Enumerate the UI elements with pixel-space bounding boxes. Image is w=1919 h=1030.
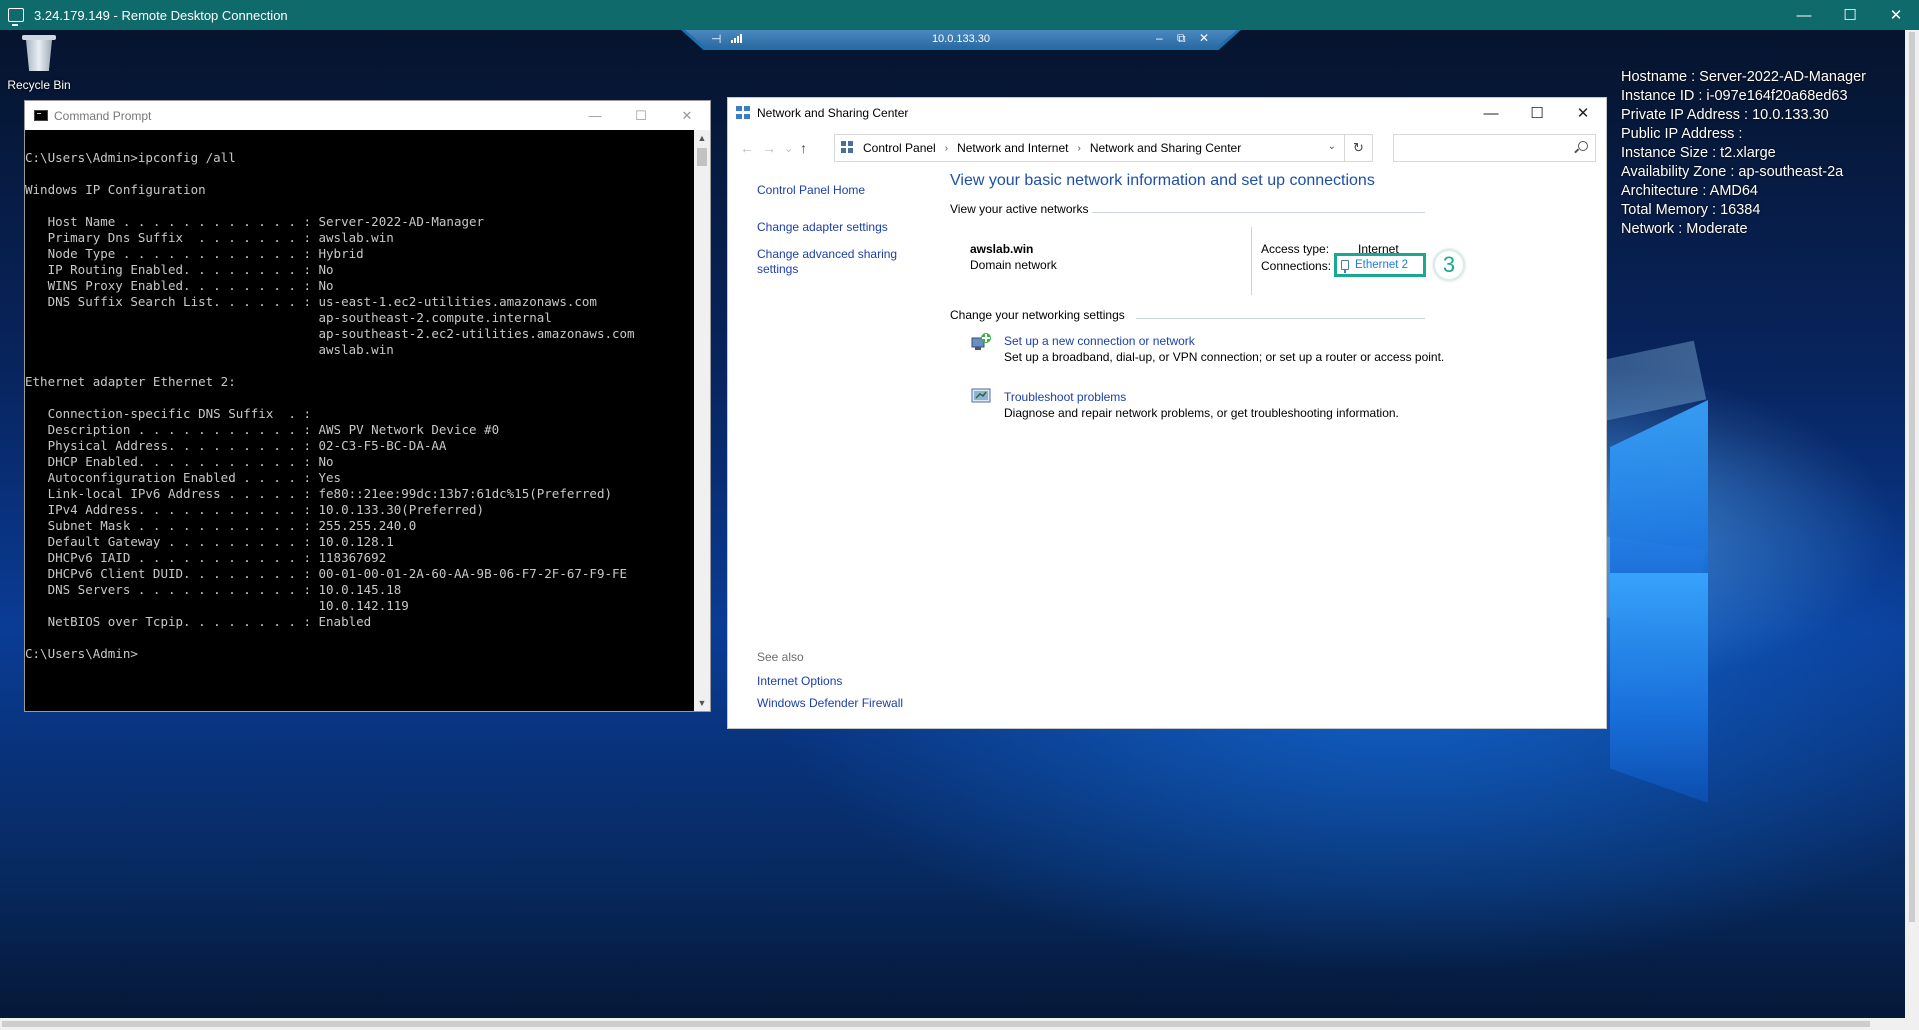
network-column-divider	[1251, 227, 1252, 295]
troubleshoot-problems-link[interactable]: Troubleshoot problems	[1004, 390, 1126, 404]
nav-change-advanced-sharing[interactable]: Change advanced sharing settings	[757, 247, 927, 277]
change-settings-header: Change your networking settings	[950, 308, 1125, 322]
step-number-badge: 3	[1433, 249, 1465, 281]
system-info-overlay: Hostname : Server-2022-AD-Manager Instan…	[1621, 68, 1866, 239]
rdp-horizontal-scrollbar[interactable]	[0, 1018, 1919, 1030]
rdp-vertical-scrollbar[interactable]	[1905, 30, 1919, 1018]
network-type: Domain network	[970, 258, 1057, 272]
nsc-address-row: ← → ⌄ ↑ Control Panel › Network and Inte…	[728, 134, 1606, 164]
breadcrumb-network-internet[interactable]: Network and Internet	[957, 141, 1068, 155]
control-panel-icon	[841, 141, 855, 155]
network-sharing-center-window[interactable]: Network and Sharing Center — ☐ ✕ ← → ⌄ ↑…	[727, 97, 1607, 729]
connection-bar-minimize-button[interactable]: –	[1156, 31, 1163, 45]
page-title: View your basic network information and …	[950, 172, 1375, 189]
troubleshoot-icon	[971, 388, 991, 403]
internet-options-link[interactable]: Internet Options	[757, 674, 903, 688]
network-name: awslab.win	[970, 242, 1034, 256]
cmd-scrollbar-thumb[interactable]	[697, 148, 707, 166]
recent-locations-chevron-icon[interactable]: ⌄	[784, 142, 793, 155]
nav-control-panel-home[interactable]: Control Panel Home	[757, 183, 927, 198]
sysinfo-line: Instance Size : t2.xlarge	[1621, 145, 1776, 161]
breadcrumb-separator-icon[interactable]: ›	[1077, 143, 1080, 154]
cmd-console-output[interactable]: C:\Users\Admin>ipconfig /all Windows IP …	[25, 130, 694, 711]
up-arrow-icon[interactable]: ↑	[800, 140, 807, 156]
breadcrumb-control-panel[interactable]: Control Panel	[863, 141, 936, 155]
recycle-bin-icon	[22, 32, 56, 72]
rdp-window-title: 3.24.179.149 - Remote Desktop Connection	[34, 7, 288, 23]
sysinfo-line: Private IP Address : 10.0.133.30	[1621, 107, 1829, 123]
new-connection-icon	[971, 333, 991, 350]
sysinfo-line: Instance ID : i-097e164f20a68ed63	[1621, 88, 1848, 104]
cmd-title: Command Prompt	[54, 108, 152, 123]
nsc-titlebar[interactable]: Network and Sharing Center — ☐ ✕	[728, 98, 1606, 128]
ethernet-2-link-label: Ethernet 2	[1355, 259, 1409, 271]
rdp-minimize-button[interactable]: —	[1781, 0, 1827, 30]
search-input[interactable]	[1393, 134, 1596, 162]
see-also: See also Internet Options Windows Defend…	[757, 650, 903, 718]
ethernet-plug-icon	[1341, 260, 1349, 273]
cmd-titlebar[interactable]: Command Prompt — ☐ ✕	[25, 101, 710, 130]
nsc-main-content: View your basic network information and …	[950, 172, 1600, 420]
section-divider	[1092, 212, 1425, 213]
address-dropdown-icon[interactable]: ⌄	[1328, 141, 1336, 152]
setup-new-connection-link[interactable]: Set up a new connection or network	[1004, 334, 1195, 348]
cmd-icon	[34, 110, 48, 121]
breadcrumb-network-sharing-center[interactable]: Network and Sharing Center	[1090, 141, 1241, 155]
breadcrumb-separator-icon[interactable]: ›	[945, 143, 948, 154]
section-divider	[1136, 318, 1425, 319]
nsc-left-nav: Control Panel Home Change adapter settin…	[757, 183, 927, 289]
forward-arrow-icon[interactable]: →	[762, 140, 776, 156]
cmd-close-button[interactable]: ✕	[664, 101, 710, 130]
access-type-label: Access type:	[1261, 242, 1330, 256]
remote-desktop-icon	[8, 8, 24, 26]
nsc-title: Network and Sharing Center	[757, 106, 909, 120]
connections-label: Connections:	[1261, 259, 1332, 273]
command-prompt-window[interactable]: Command Prompt — ☐ ✕ C:\Users\Admin>ipco…	[24, 100, 711, 712]
cmd-maximize-button[interactable]: ☐	[618, 101, 664, 130]
rdp-window-controls: — ☐ ✕	[1781, 0, 1919, 30]
sysinfo-line: Total Memory : 16384	[1621, 202, 1761, 218]
sysinfo-line: Network : Moderate	[1621, 221, 1748, 237]
address-bar[interactable]: Control Panel › Network and Internet › N…	[834, 134, 1345, 162]
cmd-scrollbar[interactable]: ▲ ▼	[694, 130, 710, 711]
nsc-close-button[interactable]: ✕	[1560, 98, 1606, 128]
rdp-connection-bar: ⊣ 10.0.133.30 – ⧉ ✕	[681, 30, 1241, 50]
sysinfo-line: Architecture : AMD64	[1621, 183, 1758, 199]
rdp-vertical-scrollbar-thumb[interactable]	[1909, 32, 1915, 922]
nsc-maximize-button[interactable]: ☐	[1514, 98, 1560, 128]
setup-new-connection-desc: Set up a broadband, dial-up, or VPN conn…	[1004, 350, 1445, 364]
ethernet-2-link[interactable]: Ethernet 2	[1334, 253, 1426, 277]
search-icon[interactable]	[1578, 141, 1588, 151]
scroll-down-arrow-icon[interactable]: ▼	[694, 695, 710, 711]
nav-change-adapter-settings[interactable]: Change adapter settings	[757, 220, 927, 235]
rdp-horizontal-scrollbar-thumb[interactable]	[2, 1021, 1870, 1027]
rdp-titlebar: 3.24.179.149 - Remote Desktop Connection…	[0, 0, 1919, 30]
sysinfo-line: Public IP Address :	[1621, 126, 1743, 142]
recycle-bin[interactable]: Recycle Bin	[6, 32, 72, 92]
recycle-bin-label: Recycle Bin	[7, 78, 71, 92]
refresh-button[interactable]: ↻	[1345, 134, 1373, 162]
back-arrow-icon[interactable]: ←	[740, 140, 754, 156]
remote-desktop: Recycle Bin ⊣ 10.0.133.30 – ⧉ ✕ Hostname…	[0, 30, 1919, 1030]
wallpaper-logo-pane	[1610, 573, 1708, 803]
see-also-header: See also	[757, 650, 804, 664]
sysinfo-line: Hostname : Server-2022-AD-Manager	[1621, 69, 1866, 85]
windows-firewall-link[interactable]: Windows Defender Firewall	[757, 696, 903, 710]
troubleshoot-problems-desc: Diagnose and repair network problems, or…	[1004, 406, 1399, 420]
network-center-icon	[736, 106, 750, 120]
sysinfo-line: Availability Zone : ap-southeast-2a	[1621, 164, 1844, 180]
rdp-maximize-button[interactable]: ☐	[1827, 0, 1873, 30]
rdp-close-button[interactable]: ✕	[1873, 0, 1919, 30]
nsc-minimize-button[interactable]: —	[1468, 98, 1514, 128]
scroll-up-arrow-icon[interactable]: ▲	[694, 130, 710, 146]
active-networks-header: View your active networks	[950, 202, 1089, 216]
connection-bar-restore-button[interactable]: ⧉	[1177, 31, 1186, 46]
cmd-minimize-button[interactable]: —	[572, 101, 618, 130]
connection-bar-close-button[interactable]: ✕	[1199, 31, 1209, 45]
